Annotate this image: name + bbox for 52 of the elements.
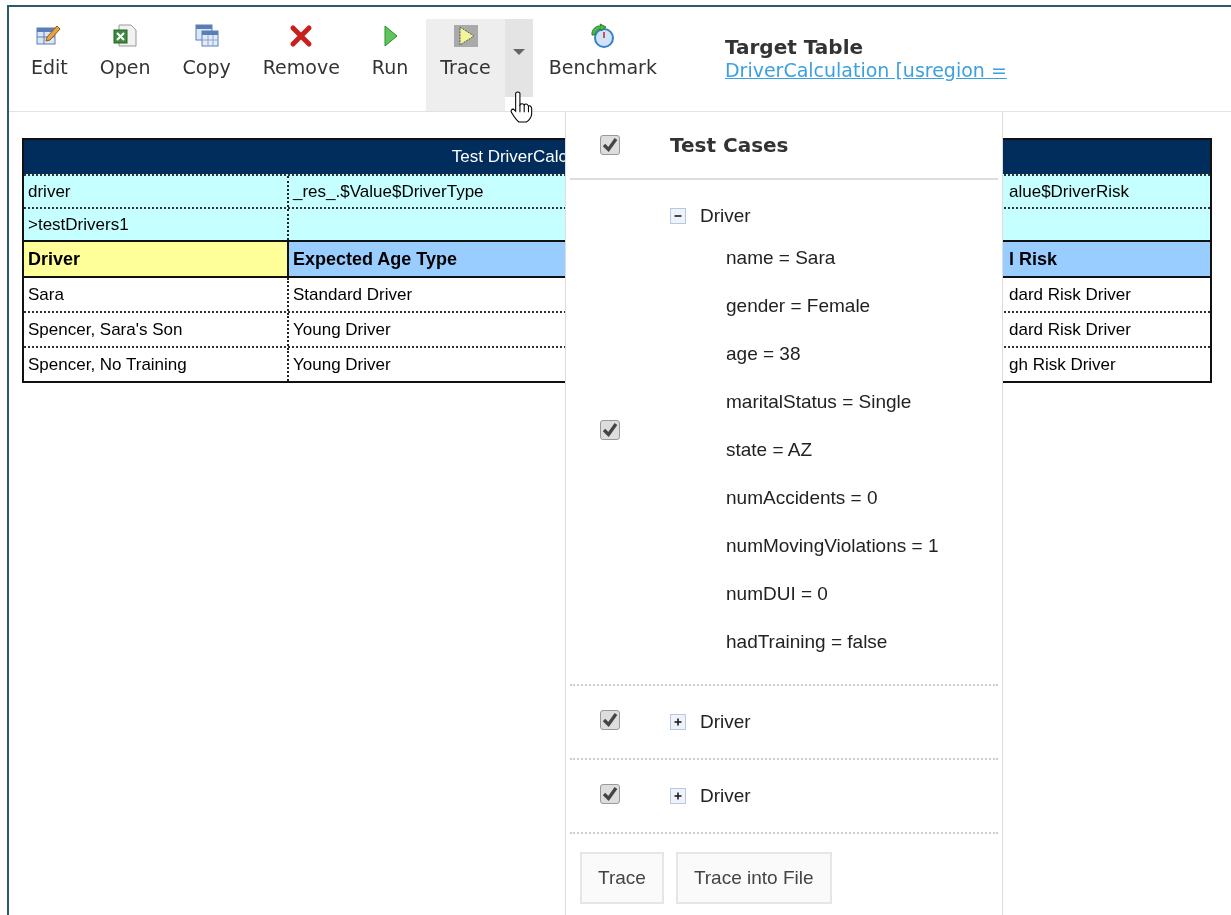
stopwatch-refresh-icon <box>588 23 617 49</box>
caret-icon <box>512 49 525 55</box>
table-cell-text: Young Driver <box>292 319 392 341</box>
tree-node-label[interactable]: Driver <box>700 205 751 227</box>
expand-icon[interactable] <box>670 714 686 730</box>
property-text: numAccidents = 0 <box>726 486 879 510</box>
trace-button[interactable]: Trace into File <box>675 852 832 904</box>
table-cell-text: alue$DriverRisk <box>1008 181 1130 203</box>
property-text: numDUI = 0 <box>726 582 829 606</box>
checkbox[interactable] <box>600 135 620 155</box>
toolbar-button[interactable]: Remove <box>248 7 354 111</box>
collapse-icon[interactable] <box>670 208 686 224</box>
table-cell: Sara <box>24 278 289 311</box>
table-cell-text: Standard Driver <box>292 284 414 306</box>
property-text: hadTraining = false <box>726 630 889 654</box>
property-text: state = AZ <box>726 438 814 462</box>
test-cases-heading: Test Cases <box>670 133 789 157</box>
table-cell: >testDrivers1 <box>24 209 289 240</box>
trace-play-icon <box>451 23 480 49</box>
table-cell: l Risk <box>1005 242 1210 276</box>
checkbox[interactable] <box>600 420 620 440</box>
toolbar-button[interactable]: Run <box>357 7 423 111</box>
table-copy-icon <box>192 23 221 49</box>
table-cell-text: _res_.$Value$DriverType <box>291 181 485 203</box>
property-text: numMovingViolations = 1 <box>726 534 939 558</box>
toolbar-button[interactable]: Edit <box>17 7 82 111</box>
checkbox[interactable] <box>600 710 620 730</box>
table-cell: Expected Age Type <box>289 242 567 276</box>
target-table-title: Target Table <box>724 35 865 59</box>
table-cell: Spencer, No Training <box>24 348 289 381</box>
property-text: maritalStatus = Single <box>726 390 913 414</box>
toolbar-button[interactable]: Open <box>85 7 165 111</box>
expand-icon[interactable] <box>670 788 686 804</box>
tree-node-label[interactable]: Driver <box>700 711 751 733</box>
toolbar-button[interactable]: Benchmark <box>534 7 671 111</box>
checkbox[interactable] <box>600 784 620 804</box>
table-cell-text: dard Risk Driver <box>1008 319 1132 341</box>
toolbar-button[interactable]: Copy <box>168 7 245 111</box>
table-cell: Driver <box>24 242 289 276</box>
property-text: name = Sara <box>726 246 837 270</box>
tree-node-label[interactable]: Driver <box>700 785 751 807</box>
trace-button[interactable]: Trace <box>580 852 664 904</box>
property-text: age = 38 <box>726 342 802 366</box>
table-cell: Spencer, Sara's Son <box>24 313 289 346</box>
spreadsheet-file-icon <box>111 23 140 49</box>
table-cell-text: dard Risk Driver <box>1008 284 1132 306</box>
table-title: Test DriverCalc <box>450 146 567 168</box>
table-cell-text: gh Risk Driver <box>1008 354 1117 376</box>
hand-cursor-icon <box>508 91 533 123</box>
property-text: gender = Female <box>726 294 872 318</box>
table-cell-text: Young Driver <box>292 354 392 376</box>
toolbar-button[interactable]: Trace <box>426 19 505 111</box>
